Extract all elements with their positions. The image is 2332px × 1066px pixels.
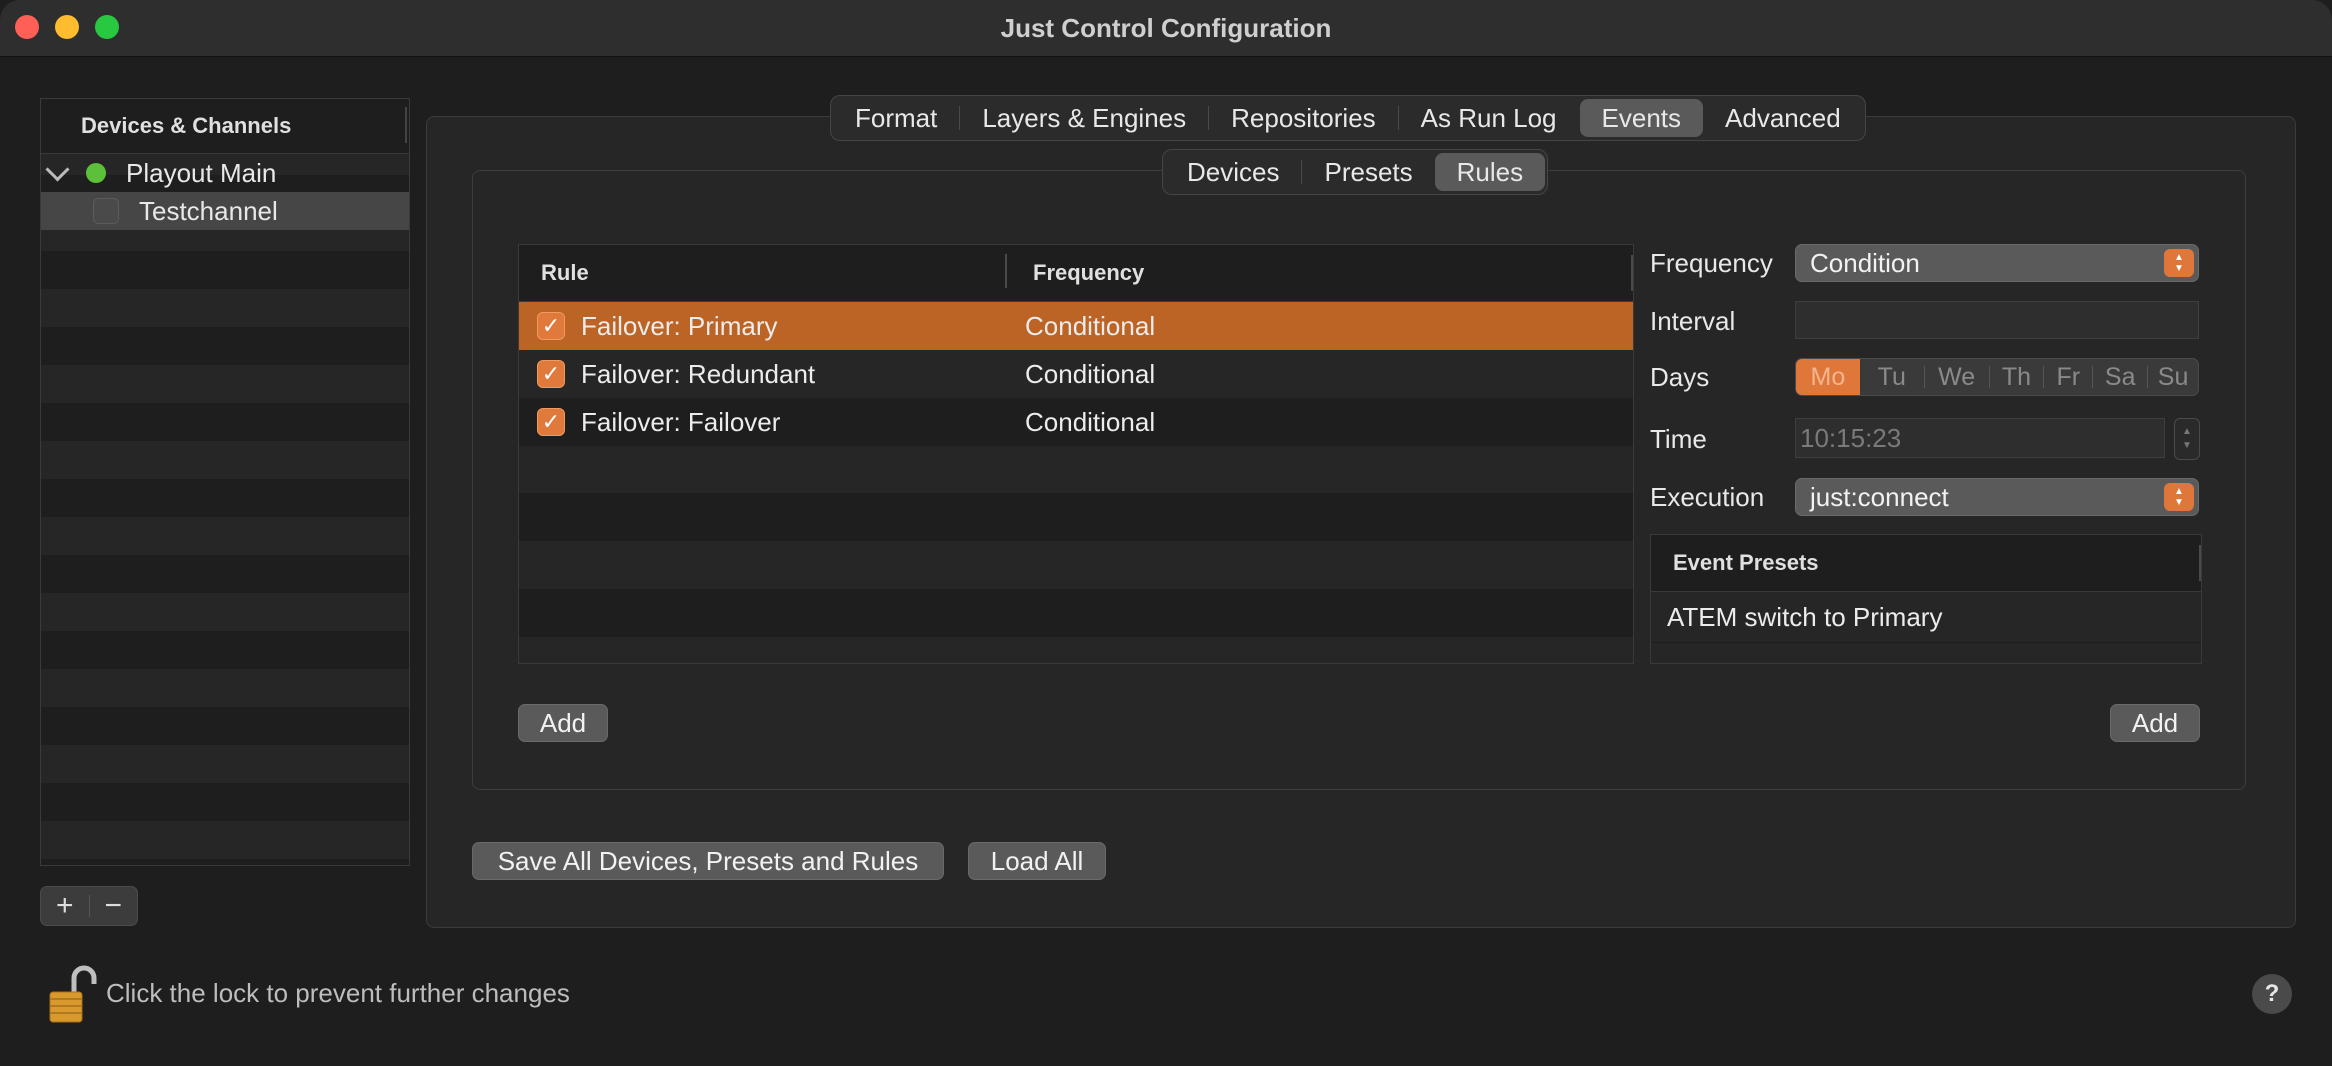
execution-label: Execution: [1650, 482, 1765, 512]
tab-events[interactable]: Events: [1579, 99, 1704, 137]
frequency-value: Condition: [1810, 247, 1920, 278]
remove-device-button[interactable]: −: [89, 887, 137, 925]
chevron-up-down-icon: ▲ ▼: [2164, 483, 2194, 511]
column-header-frequency[interactable]: Frequency: [1007, 260, 1144, 286]
day-monday[interactable]: Mo: [1796, 359, 1860, 395]
execution-popup[interactable]: just:connect ▲ ▼: [1795, 478, 2199, 516]
config-window: Just Control Configuration Devices & Cha…: [0, 0, 2332, 1066]
day-saturday[interactable]: Sa: [2093, 359, 2147, 395]
events-subtabs: Devices Presets Rules: [1162, 149, 1549, 195]
checkmark-icon[interactable]: ✓: [537, 408, 565, 436]
status-dot-icon: [86, 163, 106, 183]
chevron-up-down-icon: ▲ ▼: [2164, 249, 2194, 277]
load-all-button[interactable]: Load All: [968, 842, 1106, 880]
tab-as-run-log[interactable]: As Run Log: [1399, 99, 1579, 137]
sidebar-item-label: Playout Main: [126, 157, 277, 188]
table-row[interactable]: ✓ Failover: Failover Conditional: [519, 398, 1633, 446]
rule-name: Failover: Failover: [581, 406, 781, 437]
interval-field[interactable]: [1795, 301, 2199, 339]
frequency-label: Frequency: [1650, 248, 1773, 278]
rule-frequency: Conditional: [1025, 310, 1156, 341]
subtab-rules[interactable]: Rules: [1434, 153, 1546, 191]
subtab-devices[interactable]: Devices: [1165, 153, 1301, 191]
tab-advanced[interactable]: Advanced: [1703, 99, 1863, 137]
checkmark-icon[interactable]: ✓: [537, 360, 565, 388]
help-button[interactable]: ?: [2252, 974, 2292, 1014]
channel-icon: [93, 198, 119, 224]
table-row[interactable]: ✓ Failover: Primary Conditional: [519, 302, 1633, 350]
window-title: Just Control Configuration: [1000, 13, 1332, 43]
day-sunday[interactable]: Su: [2148, 359, 2198, 395]
tab-format[interactable]: Format: [833, 99, 959, 137]
main-tabs: Format Layers & Engines Repositories As …: [830, 95, 1866, 141]
title-bar: Just Control Configuration: [0, 0, 2332, 57]
day-tuesday[interactable]: Tu: [1860, 359, 1924, 395]
rule-frequency: Conditional: [1025, 406, 1156, 437]
tab-layers-engines[interactable]: Layers & Engines: [960, 99, 1208, 137]
sidebar-add-remove-control: + −: [40, 886, 138, 926]
subtab-presets[interactable]: Presets: [1302, 153, 1434, 191]
rules-table[interactable]: Rule Frequency ✓ Failover: Primary Condi…: [518, 244, 1634, 664]
devices-channels-list[interactable]: Devices & Channels Playout Main Testchan…: [40, 98, 410, 866]
add-preset-button[interactable]: Add: [2110, 704, 2200, 742]
save-all-button[interactable]: Save All Devices, Presets and Rules: [472, 842, 944, 880]
rule-name: Failover: Primary: [581, 310, 778, 341]
days-selector: Mo Tu We Th Fr Sa Su: [1795, 358, 2199, 396]
devices-channels-header: Devices & Channels: [41, 99, 409, 154]
time-field[interactable]: 10:15:23: [1795, 418, 2165, 458]
day-friday[interactable]: Fr: [2044, 359, 2092, 395]
column-header-event-presets[interactable]: Event Presets: [1651, 535, 2201, 592]
lock-open-icon[interactable]: [48, 962, 98, 1026]
chevron-up-icon[interactable]: ▲: [2182, 425, 2192, 439]
sidebar-item-playout-main[interactable]: Playout Main: [41, 154, 409, 192]
rule-frequency: Conditional: [1025, 358, 1156, 389]
execution-value: just:connect: [1810, 481, 1949, 512]
day-wednesday[interactable]: We: [1925, 359, 1989, 395]
chevron-down-icon[interactable]: [45, 156, 70, 182]
time-stepper[interactable]: ▲ ▼: [2174, 418, 2200, 460]
add-device-button[interactable]: +: [41, 887, 89, 925]
lock-status-text: Click the lock to prevent further change…: [106, 978, 570, 1008]
table-row[interactable]: ✓ Failover: Redundant Conditional: [519, 350, 1633, 398]
sidebar-item-testchannel[interactable]: Testchannel: [41, 192, 409, 230]
interval-label: Interval: [1650, 306, 1736, 336]
event-presets-table[interactable]: Event Presets ATEM switch to Primary: [1650, 534, 2202, 664]
add-rule-button[interactable]: Add: [518, 704, 608, 742]
checkmark-icon[interactable]: ✓: [537, 312, 565, 340]
table-row[interactable]: ATEM switch to Primary: [1651, 592, 2201, 643]
frequency-popup[interactable]: Condition ▲ ▼: [1795, 244, 2199, 282]
days-label: Days: [1650, 362, 1710, 392]
day-thursday[interactable]: Th: [1990, 359, 2044, 395]
sidebar-item-label: Testchannel: [139, 195, 278, 226]
rules-table-header: Rule Frequency: [519, 245, 1633, 302]
rule-name: Failover: Redundant: [581, 358, 816, 389]
time-label: Time: [1650, 424, 1707, 454]
chevron-down-icon[interactable]: ▼: [2182, 439, 2192, 453]
column-header-rule[interactable]: Rule: [519, 254, 1007, 288]
tab-repositories[interactable]: Repositories: [1209, 99, 1398, 137]
